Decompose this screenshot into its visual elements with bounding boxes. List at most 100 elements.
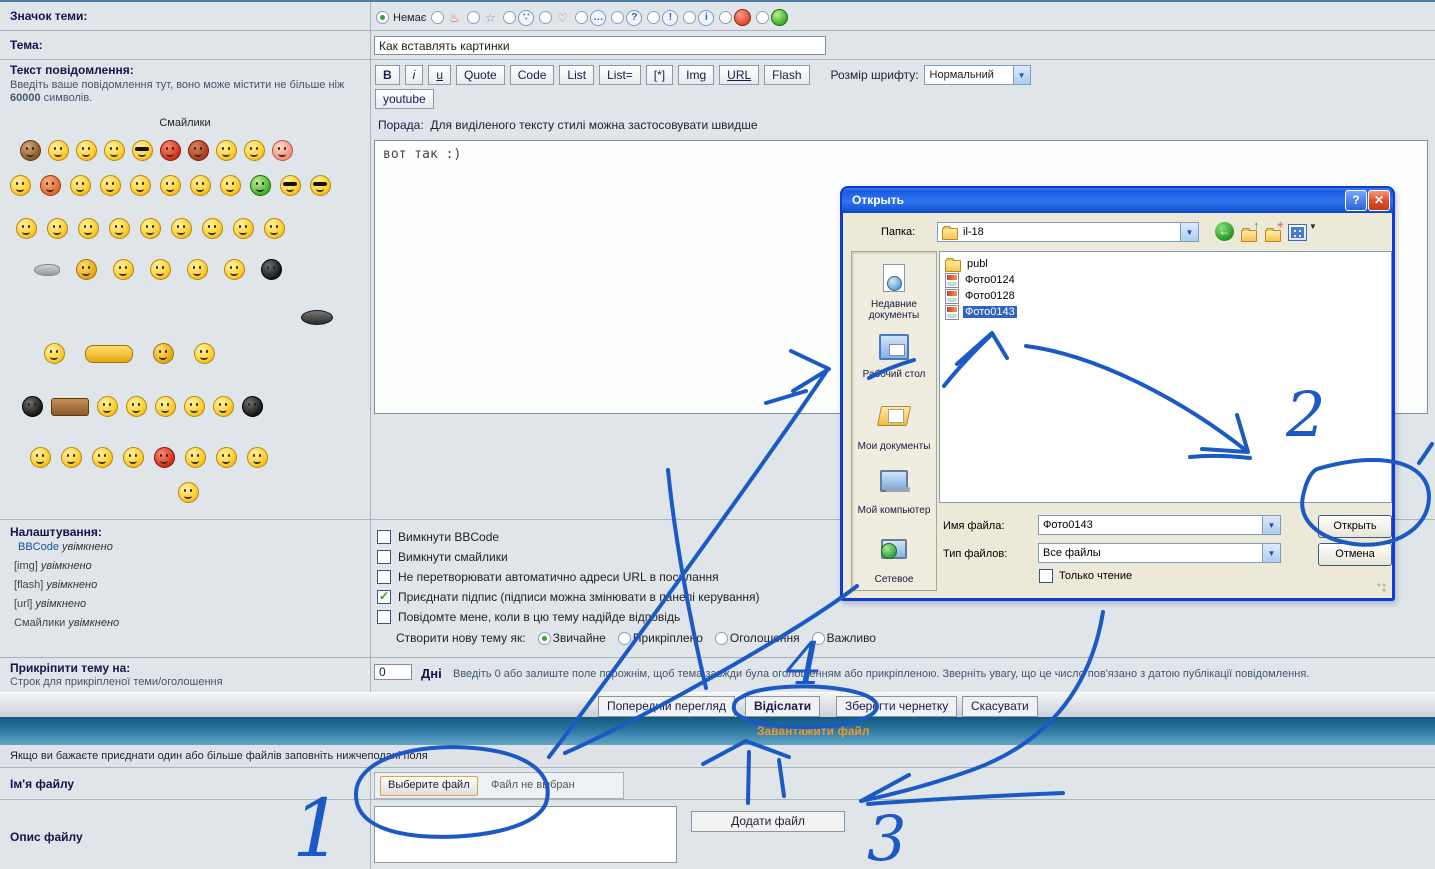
bbcode-button-b[interactable]: B [375, 65, 400, 85]
preview-button[interactable]: Попередній перегляд [598, 696, 735, 717]
smiley-y-icon[interactable] [16, 218, 37, 239]
smiley-y-icon[interactable] [140, 218, 161, 239]
file-item[interactable]: publ [945, 256, 990, 272]
topic-icon-option[interactable]: ? [611, 10, 642, 26]
place-recent-documents[interactable]: Недавние документы [852, 262, 936, 321]
settings-checkbox-row[interactable]: Не перетворювати автоматично адреси URL … [377, 570, 719, 584]
smiley-y-icon[interactable] [70, 175, 91, 196]
post-type-option[interactable]: Оголошення [715, 631, 800, 645]
chevron-down-icon[interactable]: ▼ [1180, 223, 1198, 241]
place-network[interactable]: Сетевое [852, 534, 936, 585]
smiley-cool-icon[interactable] [310, 175, 331, 196]
smiley-y-icon[interactable] [130, 175, 151, 196]
topic-icon-none[interactable]: Немає [376, 11, 426, 24]
chevron-down-icon[interactable]: ▼ [1262, 516, 1280, 534]
smiley-y-icon[interactable] [213, 396, 234, 417]
smiley-y-icon[interactable] [184, 396, 205, 417]
smiley-y-icon[interactable] [178, 482, 199, 503]
smiley-gold-icon[interactable] [153, 343, 174, 364]
smiley-cool-icon[interactable] [280, 175, 301, 196]
cancel-button[interactable]: Скасувати [962, 696, 1038, 717]
smiley-red-icon[interactable] [154, 447, 175, 468]
radio-icon[interactable] [467, 11, 480, 24]
topic-icon-option[interactable]: ♨ [431, 10, 462, 26]
radio-icon[interactable] [719, 11, 732, 24]
choose-file-button[interactable]: Выберите файл [380, 776, 478, 796]
bbcode-button-img[interactable]: Img [678, 65, 714, 85]
radio-icon[interactable] [647, 11, 660, 24]
smiley-pink-icon[interactable] [272, 140, 293, 161]
new-folder-icon[interactable] [1264, 222, 1283, 241]
font-size-select[interactable]: Нормальний▼ [924, 65, 1031, 85]
post-type-option[interactable]: Звичайне [538, 631, 606, 645]
post-type-option[interactable]: Важливо [812, 631, 876, 645]
smiley-y-icon[interactable] [10, 175, 31, 196]
bbcode-button-u[interactable]: u [428, 65, 451, 85]
smiley-y-icon[interactable] [92, 447, 113, 468]
smiley-y-icon[interactable] [123, 447, 144, 468]
checkbox[interactable] [377, 570, 391, 584]
checkbox[interactable] [377, 610, 391, 624]
views-icon[interactable]: ▼ [1288, 222, 1317, 241]
radio-icon[interactable] [431, 11, 444, 24]
bbcode-button-code[interactable]: Code [510, 65, 555, 85]
radio-icon[interactable] [812, 632, 825, 645]
smiley-y-icon[interactable] [100, 175, 121, 196]
file-item[interactable]: Фото0128 [945, 288, 1017, 304]
smiley-y-icon[interactable] [224, 259, 245, 280]
smiley-y-icon[interactable] [97, 396, 118, 417]
post-type-option[interactable]: Прикріплено [618, 631, 703, 645]
add-file-button[interactable]: Додати файл [691, 811, 845, 832]
smiley-gold-icon[interactable] [76, 259, 97, 280]
smiley-y-icon[interactable] [216, 140, 237, 161]
topic-icon-option[interactable]: … [575, 10, 606, 26]
open-button[interactable]: Открыть [1318, 515, 1392, 538]
smiley-y-icon[interactable] [150, 259, 171, 280]
filename-combobox[interactable]: Фото0143 ▼ [1038, 515, 1281, 535]
topic-icon-option[interactable] [756, 9, 788, 26]
radio-icon[interactable] [539, 11, 552, 24]
topic-icon-option[interactable]: ∵ [503, 10, 534, 26]
smiley-black-icon[interactable] [261, 259, 282, 280]
place-desktop[interactable]: Рабочий стол [852, 330, 936, 380]
up-folder-icon[interactable] [1240, 222, 1259, 241]
file-description-textarea[interactable] [374, 806, 677, 863]
smiley-slab-icon[interactable] [51, 398, 89, 416]
smiley-darkred-icon[interactable] [188, 140, 209, 161]
save-draft-button[interactable]: Зберегти чернетку [836, 696, 957, 717]
send-button[interactable]: Відіслати [745, 696, 820, 717]
bbcode-button-list[interactable]: List= [599, 65, 641, 85]
settings-checkbox-row[interactable]: Приєднати підпис (підписи можна змінюват… [377, 590, 760, 604]
topic-icon-option[interactable]: ♡ [539, 10, 570, 26]
smiley-y-icon[interactable] [233, 218, 254, 239]
smiley-y-icon[interactable] [113, 259, 134, 280]
smiley-y-icon[interactable] [47, 218, 68, 239]
bbcode-button-youtube[interactable]: youtube [375, 89, 434, 109]
dialog-help-button[interactable]: ? [1345, 190, 1367, 211]
smiley-bat-icon[interactable] [301, 310, 333, 325]
dialog-close-icon[interactable]: ✕ [1368, 190, 1390, 211]
smiley-y-icon[interactable] [30, 447, 51, 468]
radio-icon[interactable] [756, 11, 769, 24]
smiley-y-icon[interactable] [216, 447, 237, 468]
settings-checkbox-row[interactable]: Вимкнути смайлики [377, 550, 508, 564]
checkbox-checked[interactable] [377, 590, 391, 604]
topic-title-input[interactable] [374, 36, 826, 55]
smiley-y-icon[interactable] [202, 218, 223, 239]
radio-icon[interactable] [538, 632, 551, 645]
file-list[interactable]: publФото0124Фото0128Фото0143 [939, 251, 1392, 503]
topic-icon-option[interactable]: ☆ [467, 10, 498, 26]
stick-days-input[interactable] [374, 664, 412, 680]
radio-icon[interactable] [683, 11, 696, 24]
smiley-y-icon[interactable] [247, 447, 268, 468]
file-item[interactable]: Фото0124 [945, 272, 1017, 288]
topic-icon-option[interactable]: ! [647, 10, 678, 26]
radio-icon[interactable] [376, 11, 389, 24]
smiley-y-icon[interactable] [126, 396, 147, 417]
smiley-y-icon[interactable] [76, 140, 97, 161]
smiley-y-icon[interactable] [220, 175, 241, 196]
smiley-red-icon[interactable] [160, 140, 181, 161]
resize-grip[interactable] [1376, 582, 1388, 594]
back-icon[interactable]: ← [1215, 222, 1234, 241]
smiley-black-icon[interactable] [242, 396, 263, 417]
